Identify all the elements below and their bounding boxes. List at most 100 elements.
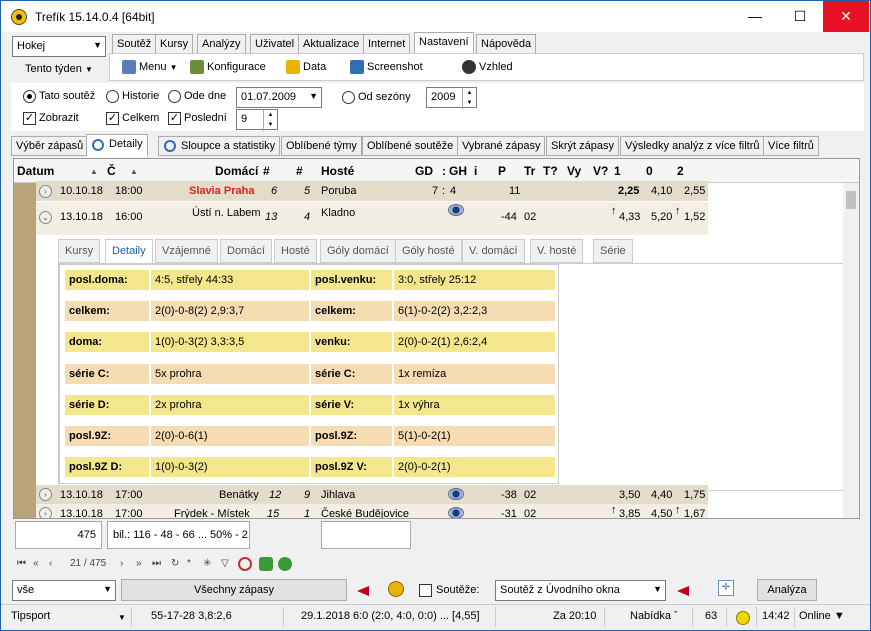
posledni-spinner[interactable]: ▲ ▼ xyxy=(263,110,277,131)
stop-icon[interactable] xyxy=(238,557,252,571)
tab-oblibene-souteze[interactable]: Oblíbené soutěže xyxy=(362,136,459,156)
dtab-kursy[interactable]: Kursy xyxy=(58,239,101,263)
col-tr[interactable]: Tr xyxy=(524,164,535,178)
tab-vyber-zapasu[interactable]: Výběr zápasů xyxy=(11,136,89,156)
tab-internet[interactable]: Internet xyxy=(363,34,411,54)
tab-aktualizace[interactable]: Aktualizace xyxy=(298,34,365,54)
radio-tato-soutez[interactable] xyxy=(23,90,36,103)
check-souteze[interactable] xyxy=(419,584,432,597)
col-colon[interactable]: : xyxy=(442,164,446,178)
nav-filter-icon[interactable]: ▽ xyxy=(221,558,229,569)
date-picker[interactable]: 01.07.2009 ▼ xyxy=(236,87,322,108)
tab-skryt-zapasy[interactable]: Skrýt zápasy xyxy=(546,136,619,156)
table-row-2[interactable]: ⌄ 13.10.18 16:00 Ústí n. Labem 13 4 Klad… xyxy=(14,204,844,227)
online-button[interactable]: Online ▼ xyxy=(799,610,845,622)
col-hash-home[interactable]: # xyxy=(263,164,270,178)
dtab-v-hoste[interactable]: V. hosté xyxy=(530,239,584,263)
col-hash-away[interactable]: # xyxy=(296,164,303,178)
dtab-goly-domaci[interactable]: Góly domácí xyxy=(320,239,396,263)
radio-od-sezony[interactable] xyxy=(342,91,355,104)
scrollbar-thumb[interactable] xyxy=(846,191,856,209)
screenshot-button[interactable]: Screenshot xyxy=(348,56,425,78)
dtab-v-domaci[interactable]: V. domácí xyxy=(462,239,525,263)
nabidka-button[interactable]: Nabídka ˇ xyxy=(630,610,678,622)
expand-row-icon[interactable]: › xyxy=(39,507,52,518)
add-icon[interactable] xyxy=(259,557,273,571)
tab-napoveda[interactable]: Nápověda xyxy=(476,34,537,54)
table-row-4[interactable]: › 13.10.18 17:00 Frýdek - Místek 15 1 Če… xyxy=(14,504,844,518)
dtab-hoste[interactable]: Hosté xyxy=(274,239,317,263)
all-matches-button[interactable]: Všechny zápasy xyxy=(121,579,347,601)
col-0[interactable]: 0 xyxy=(646,164,653,178)
col-1[interactable]: 1 xyxy=(614,164,621,178)
filter-vse-select[interactable]: vše ▼ xyxy=(12,580,116,601)
analyza-button[interactable]: Analýza xyxy=(757,579,817,601)
dtab-goly-hoste[interactable]: Góly hosté xyxy=(395,239,462,263)
tab-vybrane-zapasy[interactable]: Vybrané zápasy xyxy=(457,136,546,156)
expand-row-icon[interactable]: › xyxy=(39,185,52,198)
col-domaci[interactable]: Domácí xyxy=(215,164,258,178)
nav-first-button[interactable]: ⏮ xyxy=(17,558,26,569)
col-2[interactable]: 2 xyxy=(677,164,684,178)
collapse-row-icon[interactable]: ⌄ xyxy=(39,211,52,224)
competition-select[interactable]: Soutěž z Úvodního okna ▼ xyxy=(495,580,666,601)
chevron-down-icon[interactable]: ▼ xyxy=(118,613,126,622)
reload-icon[interactable] xyxy=(278,557,292,571)
tab-soutez[interactable]: Soutěž xyxy=(112,34,157,54)
eye-icon[interactable] xyxy=(448,488,464,500)
tab-oblibene-tymy[interactable]: Oblíbené týmy xyxy=(281,136,362,156)
minimize-button[interactable]: — xyxy=(732,1,778,32)
dtab-domaci[interactable]: Domácí xyxy=(220,239,272,263)
eye-icon[interactable] xyxy=(448,204,464,216)
tab-kursy[interactable]: Kursy xyxy=(155,34,194,54)
posledni-input[interactable]: 9 ▲ ▼ xyxy=(236,109,278,131)
col-p[interactable]: P xyxy=(498,164,506,178)
check-celkem[interactable]: ✓ xyxy=(106,112,119,125)
col-gh[interactable]: GH xyxy=(449,164,467,178)
tab-vysledky-analyz[interactable]: Výsledky analýz z více filtrů xyxy=(620,136,765,156)
expand-row-icon[interactable]: › xyxy=(39,488,52,501)
col-hoste[interactable]: Hosté xyxy=(321,164,354,178)
table-row-1[interactable]: › 10.10.18 18:00 Slavia Praha 6 5 Poruba… xyxy=(14,181,844,201)
col-vy[interactable]: Vy xyxy=(567,164,581,178)
check-posledni[interactable]: ✓ xyxy=(168,112,181,125)
tab-nastaveni[interactable]: Nastavení xyxy=(414,32,474,54)
crosshair-icon[interactable]: ✛ xyxy=(718,580,734,596)
tab-sloupce[interactable]: Sloupce a statistiky xyxy=(158,136,281,156)
nav-next-button[interactable]: › xyxy=(120,558,123,569)
person-icon[interactable] xyxy=(388,581,404,597)
nav-prev-page-button[interactable]: « xyxy=(33,558,39,569)
grid-scrollbar[interactable] xyxy=(843,183,859,518)
season-input[interactable]: 2009 ▲ ▼ xyxy=(426,87,477,109)
radio-historie[interactable] xyxy=(106,90,119,103)
table-row-3[interactable]: › 13.10.18 17:00 Benátky 12 9 Jihlava -3… xyxy=(14,485,844,505)
nav-asterisk-icon[interactable]: ✳ xyxy=(203,558,211,569)
sport-select[interactable]: Hokej ▼ xyxy=(12,36,106,57)
tab-vice-filtru[interactable]: Více filtrů xyxy=(763,136,819,156)
nav-refresh-icon[interactable]: ↻ xyxy=(171,558,179,569)
col-gd[interactable]: GD xyxy=(415,164,433,178)
dtab-vzajemne[interactable]: Vzájemné xyxy=(155,239,218,263)
menu-button[interactable]: Menu ▼ xyxy=(120,56,180,78)
dtab-detaily[interactable]: Detaily xyxy=(105,239,153,263)
tab-analyzy[interactable]: Analýzy xyxy=(197,34,246,54)
dtab-serie[interactable]: Série xyxy=(593,239,633,263)
col-t-q[interactable]: T? xyxy=(543,164,558,178)
check-zobrazit[interactable]: ✓ xyxy=(23,112,36,125)
nav-prev-button[interactable]: ‹ xyxy=(49,558,52,569)
nav-next-page-button[interactable]: » xyxy=(136,558,142,569)
col-c[interactable]: Č xyxy=(107,164,116,178)
nav-star-icon[interactable]: * xyxy=(187,558,191,569)
data-button[interactable]: Data xyxy=(284,56,328,78)
col-v-q[interactable]: V? xyxy=(593,164,608,178)
look-button[interactable]: Vzhled xyxy=(460,56,515,78)
tab-detaily[interactable]: Detaily xyxy=(86,134,148,157)
nav-last-button[interactable]: ⏭ xyxy=(152,558,161,569)
season-spinner[interactable]: ▲ ▼ xyxy=(462,88,476,109)
period-select[interactable]: Tento týden ▼ xyxy=(25,63,93,75)
tab-uzivatel[interactable]: Uživatel xyxy=(250,34,300,54)
bookmaker[interactable]: Tipsport xyxy=(11,610,50,622)
maximize-button[interactable]: ☐ xyxy=(777,1,823,32)
config-button[interactable]: Konfigurace xyxy=(188,56,268,78)
radio-od-dne[interactable] xyxy=(168,90,181,103)
